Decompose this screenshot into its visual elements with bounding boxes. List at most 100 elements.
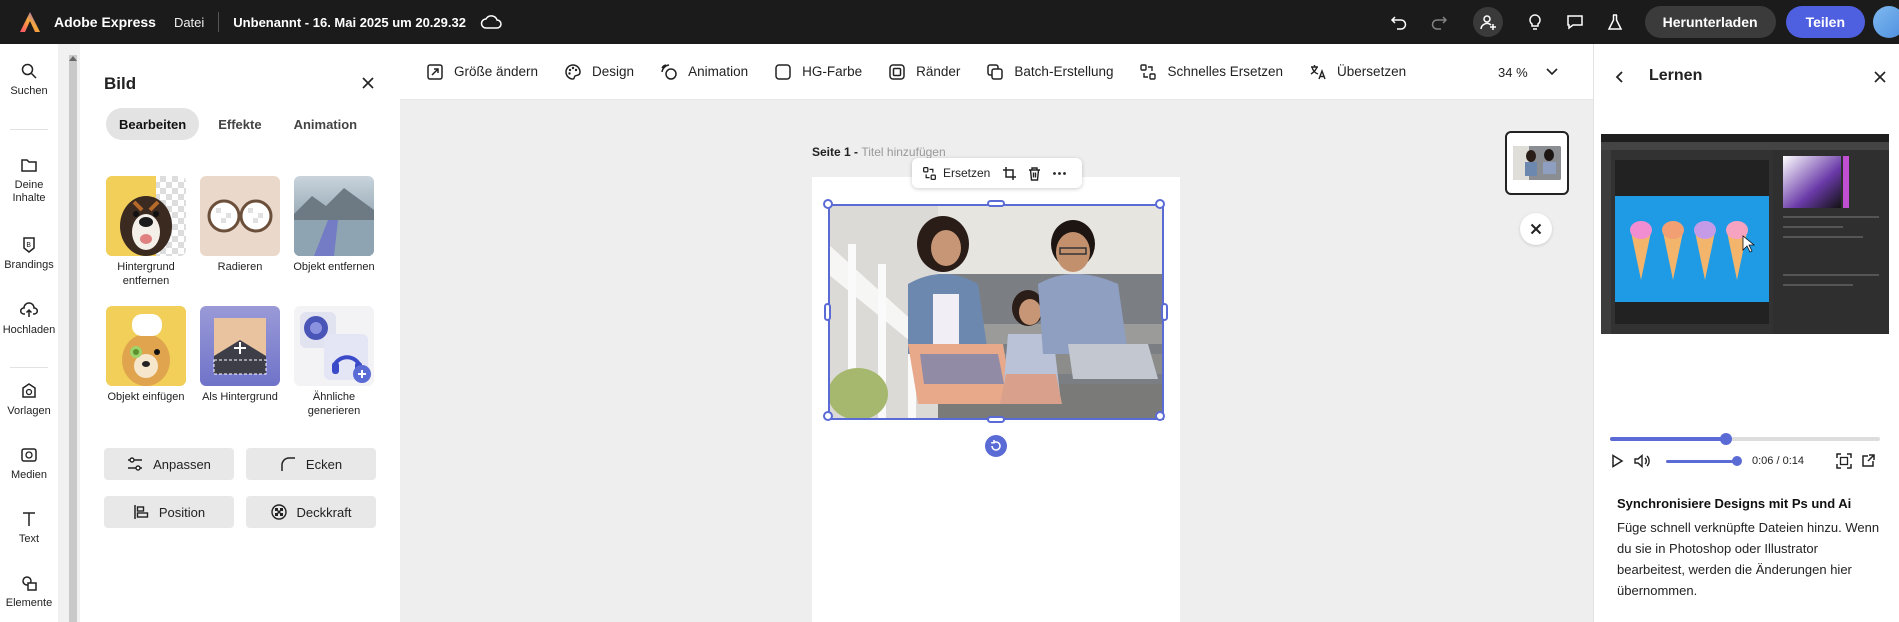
quick-replace-button[interactable]: Schnelles Ersetzen (1139, 63, 1283, 81)
remove-background-thumbnail (106, 176, 186, 256)
resize-handle[interactable] (824, 303, 831, 321)
resize-handle[interactable] (1155, 411, 1165, 421)
popout-icon[interactable] (1860, 449, 1876, 473)
redo-icon[interactable] (1424, 7, 1454, 37)
tab-animation[interactable]: Animation (281, 108, 371, 140)
top-bar: Adobe Express Datei Unbenannt - 16. Mai … (0, 0, 1899, 44)
avatar[interactable] (1873, 6, 1899, 38)
tab-edit[interactable]: Bearbeiten (106, 108, 200, 140)
page-title-input[interactable]: Titel hinzufügen (861, 145, 945, 159)
tool-label: Radieren (217, 261, 263, 273)
resize-handle[interactable] (823, 411, 833, 421)
borders-button[interactable]: Ränder (888, 63, 960, 81)
erase-thumbnail (200, 176, 280, 256)
adobe-express-logo[interactable] (16, 8, 44, 36)
replace-icon (1140, 63, 1157, 80)
tool-generate-similar[interactable]: Ähnliche generieren (292, 306, 376, 418)
rail-item-your-content[interactable]: Deine Inhalte (0, 156, 58, 205)
resize-icon (427, 63, 443, 80)
fullscreen-icon[interactable] (1836, 449, 1852, 473)
tutorial-video[interactable] (1601, 134, 1889, 334)
family-photo[interactable] (828, 204, 1164, 420)
page-thumbnail[interactable] (1505, 131, 1569, 195)
color-swatch-icon (775, 63, 791, 80)
translate-icon (1310, 64, 1326, 79)
cloud-sync-icon[interactable] (480, 14, 502, 30)
resize-handle[interactable] (1155, 199, 1165, 209)
crop-icon[interactable] (1002, 166, 1017, 181)
tool-set-as-background[interactable]: Als Hintergrund (198, 306, 282, 404)
rotate-icon (991, 440, 1001, 451)
action-label: Position (158, 504, 206, 520)
rail-item-templates[interactable]: Vorlagen (0, 382, 58, 418)
comment-icon[interactable] (1560, 7, 1590, 37)
rail-item-search[interactable]: Suchen (0, 62, 58, 98)
page-thumbnail-image (1513, 146, 1561, 180)
position-button[interactable]: Position (104, 496, 234, 528)
generate-similar-thumbnail (294, 306, 374, 386)
learn-panel-title: Lernen (1649, 67, 1703, 84)
more-options-icon[interactable] (1052, 166, 1067, 181)
rail-item-brandings[interactable]: B Brandings (0, 236, 58, 272)
rail-item-text[interactable]: Text (0, 510, 58, 546)
lightbulb-icon[interactable] (1520, 7, 1550, 37)
tool-insert-object[interactable]: Objekt einfügen (104, 306, 188, 404)
close-icon[interactable] (357, 72, 379, 94)
upload-cloud-icon (20, 302, 38, 317)
rail-item-upload[interactable]: Hochladen (0, 301, 58, 337)
panel-title: Bild (104, 74, 137, 93)
undo-icon[interactable] (1384, 7, 1414, 37)
volume-slider[interactable] (1666, 460, 1736, 463)
rail-item-elements[interactable]: Elemente (0, 574, 58, 610)
play-icon[interactable] (1610, 449, 1624, 473)
delete-icon[interactable] (1027, 166, 1042, 181)
replace-button[interactable]: Ersetzen (922, 166, 990, 181)
document-title[interactable]: Unbenannt - 16. Mai 2025 um 20.29.32 (233, 15, 466, 30)
volume-knob[interactable] (1732, 456, 1742, 466)
download-button[interactable]: Herunterladen (1644, 6, 1776, 38)
learn-panel: Lernen 0:06 / 0:14 Synchronisiere Design… (1593, 44, 1899, 622)
video-progress-bar[interactable] (1610, 433, 1880, 445)
share-button[interactable]: Teilen (1785, 6, 1865, 38)
selection-toolbar: Ersetzen (912, 158, 1082, 188)
resize-button[interactable]: Größe ändern (426, 63, 538, 81)
panel-scrollbar[interactable] (69, 55, 77, 622)
corners-button[interactable]: Ecken (246, 448, 376, 480)
resize-handle[interactable] (987, 416, 1005, 423)
close-icon[interactable] (1520, 213, 1552, 245)
rail-label: Suchen (10, 85, 48, 97)
chevron-down-icon (1546, 68, 1558, 76)
resize-handle[interactable] (823, 199, 833, 209)
divider (10, 129, 48, 130)
tool-label: Objekt entfernen (293, 261, 375, 273)
rail-label: Text (18, 533, 40, 545)
canvas-area: Größe ändern Design Animation HG-Farbe R… (400, 44, 1593, 622)
design-button[interactable]: Design (564, 63, 634, 81)
rotate-handle[interactable] (985, 435, 1007, 457)
tool-remove-object[interactable]: Objekt entfernen (292, 176, 376, 274)
volume-icon[interactable] (1634, 449, 1652, 473)
resize-handle[interactable] (987, 200, 1005, 207)
tool-remove-background[interactable]: Hintergrund entfernen (104, 176, 188, 288)
svg-text:B: B (26, 241, 31, 249)
batch-create-button[interactable]: Batch-Erstellung (986, 63, 1113, 81)
opacity-button[interactable]: Deckkraft (246, 496, 376, 528)
labs-flask-icon[interactable] (1600, 7, 1630, 37)
adjust-button[interactable]: Anpassen (104, 448, 234, 480)
tab-effects[interactable]: Effekte (205, 108, 274, 140)
invite-user-icon[interactable] (1472, 7, 1503, 37)
toolbar-label: Ränder (916, 64, 961, 79)
resize-handle[interactable] (1161, 303, 1168, 321)
back-chevron-icon[interactable] (1614, 70, 1626, 84)
replace-icon (923, 166, 936, 180)
file-menu[interactable]: Datei (174, 15, 204, 30)
animation-button[interactable]: Animation (660, 63, 748, 81)
zoom-control[interactable]: 34 % (1498, 44, 1558, 100)
background-color-button[interactable]: HG-Farbe (774, 63, 862, 81)
tool-erase[interactable]: Radieren (198, 176, 282, 274)
scroll-up-arrow-icon[interactable] (69, 55, 77, 65)
video-progress-knob[interactable] (1720, 433, 1733, 445)
translate-button[interactable]: Übersetzen (1309, 63, 1406, 81)
close-icon[interactable] (1873, 70, 1887, 84)
rail-item-media[interactable]: Medien (0, 446, 58, 482)
